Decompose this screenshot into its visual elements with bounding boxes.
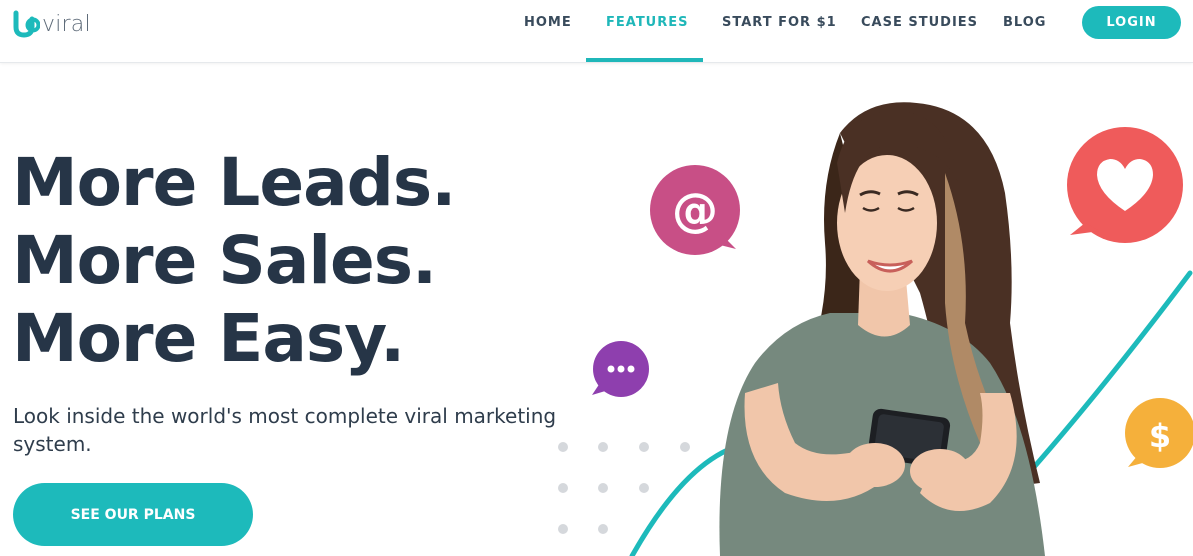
nav-start-for-1[interactable]: START FOR $1 [722, 15, 837, 30]
ellipsis-icon [592, 341, 649, 397]
nav-home[interactable]: HOME [524, 15, 572, 30]
woman-photo [719, 102, 1045, 556]
site-header: viral HOME FEATURES START FOR $1 CASE ST… [0, 0, 1193, 63]
see-our-plans-button[interactable]: SEE OUR PLANS [13, 483, 253, 546]
dollar-icon: $ [1125, 398, 1193, 468]
active-tab-indicator [586, 58, 703, 62]
nav-blog[interactable]: BLOG [1003, 15, 1046, 30]
hero-headline: More Leads. More Sales. More Easy. [12, 144, 456, 378]
logo[interactable]: viral [12, 9, 91, 39]
heart-icon [1067, 127, 1183, 243]
headline-line-3: More Easy. [12, 300, 405, 377]
headline-line-2: More Sales. [12, 222, 437, 299]
headline-line-1: More Leads. [12, 144, 456, 221]
nav-case-studies[interactable]: CASE STUDIES [861, 15, 978, 30]
up-logo-icon [13, 10, 40, 38]
hero-subtitle: Look inside the world's most complete vi… [13, 404, 557, 456]
svg-text:@: @ [672, 183, 718, 237]
svg-text:$: $ [1149, 417, 1171, 455]
at-sign-icon: @ [650, 165, 740, 255]
login-button[interactable]: LOGIN [1082, 6, 1181, 39]
logo-text: viral [42, 11, 91, 37]
nav-features[interactable]: FEATURES [606, 15, 689, 30]
hero-illustration: @ $ [558, 102, 1193, 556]
dot-grid [558, 442, 690, 534]
